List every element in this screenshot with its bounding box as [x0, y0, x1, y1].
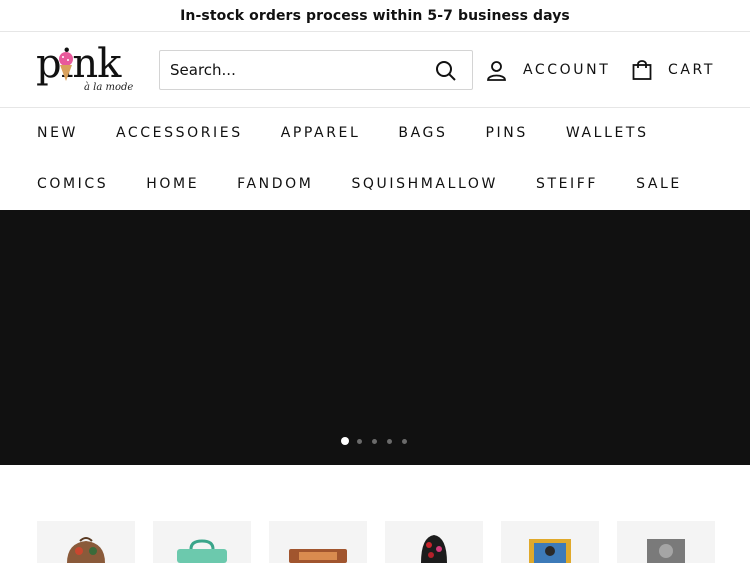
search-input[interactable]: [160, 52, 410, 88]
shopping-bag-icon: [632, 60, 652, 80]
nav-item-wallets[interactable]: WALLETS: [566, 125, 649, 141]
slide-dot[interactable]: [387, 438, 392, 444]
slide-dot[interactable]: [341, 437, 349, 445]
nav-item-apparel[interactable]: APPAREL: [281, 125, 361, 141]
site-header: pink à la mode ACCOUNT CART: [0, 32, 750, 108]
search-box: [159, 50, 473, 90]
slide-dot[interactable]: [402, 438, 407, 444]
main-nav-row-2: COMICS HOME FANDOM SQUISHMALLOW STEIFF S…: [0, 159, 750, 209]
main-nav-row-1: NEW ACCESSORIES APPAREL BAGS PINS WALLET…: [0, 108, 750, 158]
figure-thumbnail: [647, 539, 685, 563]
nav-item-fandom[interactable]: FANDOM: [237, 176, 313, 192]
product-card[interactable]: [153, 521, 251, 563]
cart-label: CART: [668, 62, 716, 78]
nav-item-squishmallow[interactable]: SQUISHMALLOW: [351, 176, 498, 192]
nav-item-bags[interactable]: BAGS: [398, 125, 447, 141]
user-icon: [487, 60, 506, 81]
product-card[interactable]: [385, 521, 483, 563]
announcement-bar: In-stock orders process within 5-7 busin…: [0, 0, 750, 32]
slide-dot[interactable]: [357, 438, 362, 444]
logo-tagline: à la mode: [84, 82, 134, 93]
product-grid: [37, 521, 715, 563]
slide-dot[interactable]: [372, 438, 377, 444]
lunchbox-thumbnail: [177, 539, 227, 563]
nav-item-accessories[interactable]: ACCESSORIES: [116, 125, 243, 141]
wallet-thumbnail: [289, 549, 347, 563]
backpack-thumbnail: [67, 537, 105, 563]
product-card[interactable]: [269, 521, 367, 563]
product-card[interactable]: [617, 521, 715, 563]
nav-item-comics[interactable]: COMICS: [37, 176, 108, 192]
nav-item-pins[interactable]: PINS: [485, 125, 527, 141]
account-link[interactable]: ACCOUNT: [486, 57, 610, 83]
ice-cream-cone-icon: [59, 52, 73, 81]
nav-item-home[interactable]: HOME: [146, 176, 199, 192]
account-label: ACCOUNT: [523, 62, 611, 78]
nav-item-new[interactable]: NEW: [37, 125, 78, 141]
cart-link[interactable]: CART: [632, 57, 715, 83]
logo-wordmark: pink: [36, 41, 121, 87]
slideshow-dots: [341, 437, 417, 445]
site-logo[interactable]: pink à la mode: [36, 41, 134, 96]
product-card[interactable]: [37, 521, 135, 563]
announcement-text: In-stock orders process within 5-7 busin…: [180, 7, 570, 24]
hero-slideshow[interactable]: [0, 210, 750, 465]
nav-item-sale[interactable]: SALE: [636, 176, 682, 192]
framed-print-thumbnail: [529, 539, 571, 563]
printed-backpack-thumbnail: [421, 535, 447, 563]
nav-item-steiff[interactable]: STEIFF: [536, 176, 598, 192]
product-card[interactable]: [501, 521, 599, 563]
search-icon[interactable]: [434, 59, 458, 83]
